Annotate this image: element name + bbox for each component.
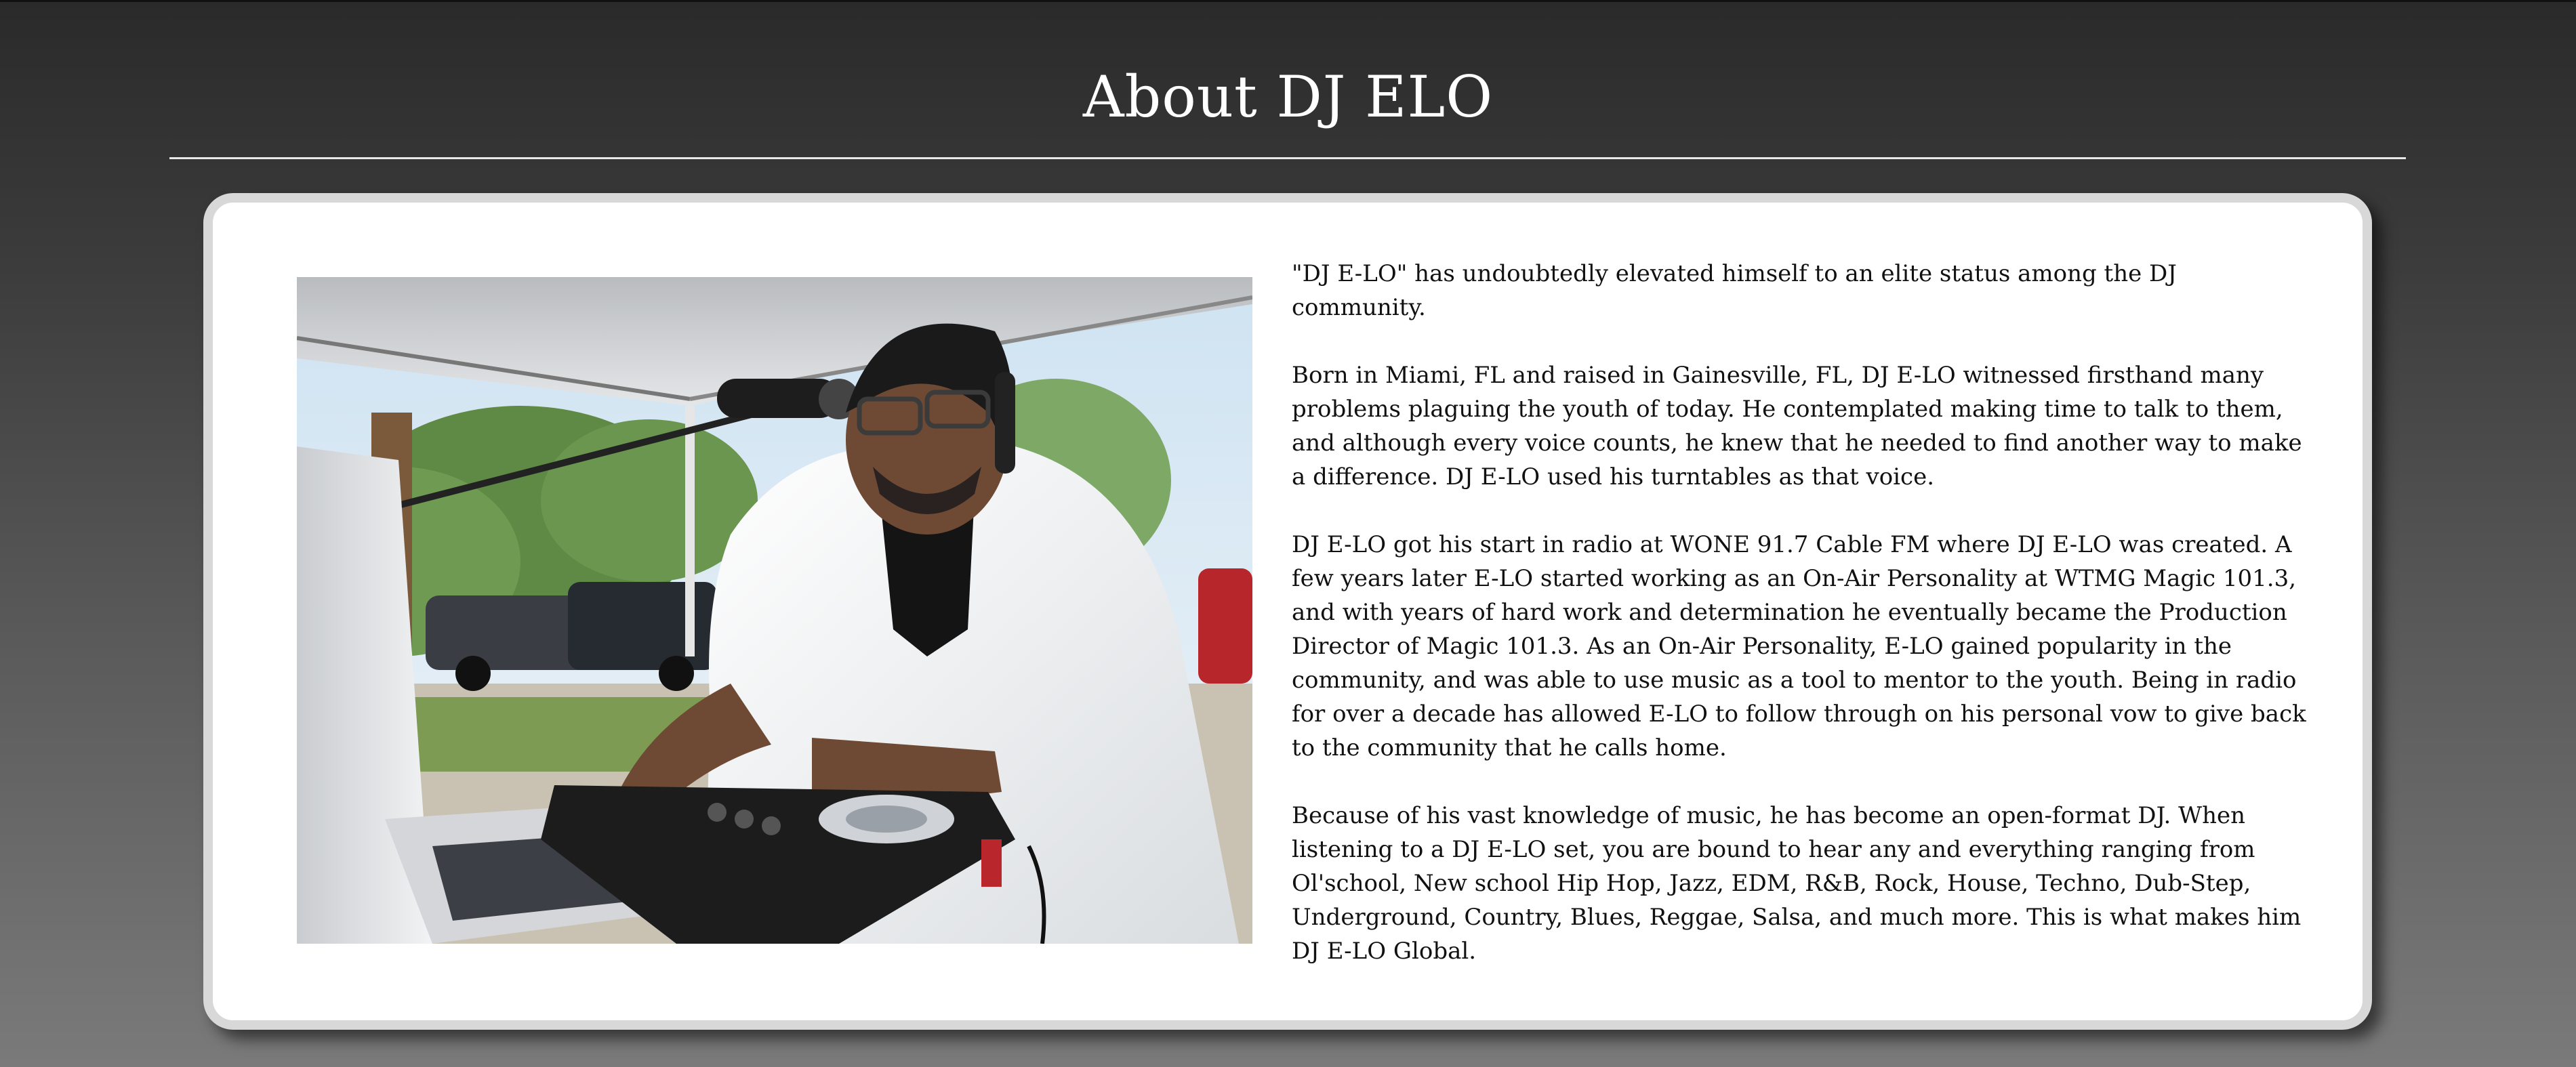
top-border [0, 0, 2576, 2]
title-divider [169, 157, 2406, 159]
about-card: "DJ E-LO" has undoubtedly elevated himse… [203, 193, 2372, 1030]
bio-paragraph-origin: Born in Miami, FL and raised in Gainesvi… [1292, 362, 2302, 490]
dj-photo [297, 277, 1252, 944]
bio-paragraph-intro: "DJ E-LO" has undoubtedly elevated himse… [1292, 260, 2177, 321]
page-title: About DJ ELO [1082, 64, 1494, 130]
bio-paragraph-music: Because of his vast knowledge of music, … [1292, 802, 2302, 965]
bio-paragraph-radio: DJ E-LO got his start in radio at WONE 9… [1292, 531, 2306, 761]
bio-text: "DJ E-LO" has undoubtedly elevated himse… [1292, 257, 2308, 1002]
